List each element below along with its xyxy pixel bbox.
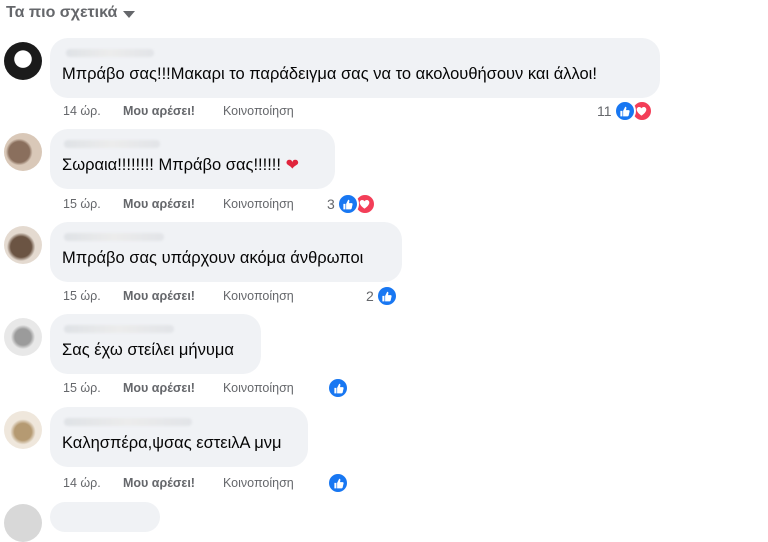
comment-text: Σας έχω στείλει μήνυμα xyxy=(62,341,234,359)
avatar[interactable] xyxy=(4,133,42,171)
reaction-summary[interactable]: 11 xyxy=(597,100,653,122)
share-button[interactable]: Κοινοποίηση xyxy=(223,104,333,118)
avatar[interactable] xyxy=(4,411,42,449)
like-reaction-icon xyxy=(336,193,359,215)
comment-text: Μπράβο σας!!!Μακαρι το παράδειγμα σας να… xyxy=(62,65,597,83)
comment-text: Καλησπέρα,ψσας εστειλΑ μνμ xyxy=(62,434,282,452)
like-button[interactable]: Μου αρέσει! xyxy=(123,476,223,490)
comment-timestamp[interactable]: 14 ώρ. xyxy=(63,476,123,490)
share-button[interactable]: Κοινοποίηση xyxy=(223,289,333,303)
reaction-summary[interactable]: 2 xyxy=(366,285,398,307)
avatar[interactable] xyxy=(4,226,42,264)
comment-timestamp[interactable]: 14 ώρ. xyxy=(63,104,123,118)
share-button[interactable]: Κοινοποίηση xyxy=(223,476,333,490)
comment-actions: 14 ώρ. Μου αρέσει! Κοινοποίηση xyxy=(63,476,333,490)
like-reaction-icon xyxy=(327,472,349,494)
avatar[interactable] xyxy=(4,504,42,542)
like-button[interactable]: Μου αρέσει! xyxy=(123,289,223,303)
reaction-count: 2 xyxy=(366,288,374,304)
sort-label: Τα πιο σχετικά xyxy=(6,4,118,21)
like-reaction-icon xyxy=(375,285,398,307)
comment-bubble: Μπράβο σας!!!Μακαρι το παράδειγμα σας να… xyxy=(50,38,660,98)
like-button[interactable]: Μου αρέσει! xyxy=(123,381,223,395)
heart-emoji-icon: ❤ xyxy=(285,157,299,174)
comment-timestamp[interactable]: 15 ώρ. xyxy=(63,197,123,211)
like-reaction-icon xyxy=(327,377,349,399)
author-name-redacted[interactable] xyxy=(62,322,249,336)
reaction-summary[interactable] xyxy=(325,472,349,494)
comment-actions: 14 ώρ. Μου αρέσει! Κοινοποίηση xyxy=(63,104,333,118)
comment-text-row: Σωραια!!!!!!!! Μπράβο σας!!!!!! ❤ xyxy=(62,155,323,176)
comment-bubble xyxy=(50,502,160,532)
comment-timestamp[interactable]: 15 ώρ. xyxy=(63,289,123,303)
like-button[interactable]: Μου αρέσει! xyxy=(123,197,223,211)
comment-text: Μπράβο σας υπάρχουν ακόμα άνθρωποι xyxy=(62,249,364,267)
avatar[interactable] xyxy=(4,318,42,356)
comment-bubble: Μπράβο σας υπάρχουν ακόμα άνθρωποι xyxy=(50,222,402,282)
reaction-count: 3 xyxy=(327,196,335,212)
comment-timestamp[interactable]: 15 ώρ. xyxy=(63,381,123,395)
like-button[interactable]: Μου αρέσει! xyxy=(123,104,223,118)
share-button[interactable]: Κοινοποίηση xyxy=(223,381,333,395)
reaction-summary[interactable] xyxy=(325,377,349,399)
comment-bubble: Σωραια!!!!!!!! Μπράβο σας!!!!!! ❤ xyxy=(50,129,335,189)
author-name-redacted[interactable] xyxy=(62,230,390,244)
like-reaction-icon xyxy=(613,100,636,122)
share-button[interactable]: Κοινοποίηση xyxy=(223,197,333,211)
author-name-redacted[interactable] xyxy=(62,137,323,151)
comment-actions: 15 ώρ. Μου αρέσει! Κοινοποίηση xyxy=(63,289,333,303)
comment-bubble: Καλησπέρα,ψσας εστειλΑ μνμ xyxy=(50,407,308,467)
caret-down-icon xyxy=(123,10,136,18)
avatar[interactable] xyxy=(4,42,42,80)
reaction-count: 11 xyxy=(597,103,612,119)
comment-bubble: Σας έχω στείλει μήνυμα xyxy=(50,314,261,374)
sort-dropdown[interactable]: Τα πιο σχετικά xyxy=(6,4,136,22)
author-name-redacted[interactable] xyxy=(62,415,296,429)
comment-actions: 15 ώρ. Μου αρέσει! Κοινοποίηση xyxy=(63,381,333,395)
comment-actions: 15 ώρ. Μου αρέσει! Κοινοποίηση xyxy=(63,197,333,211)
author-name-redacted[interactable] xyxy=(62,46,648,60)
reaction-summary[interactable]: 3 xyxy=(327,193,376,215)
comment-text: Σωραια!!!!!!!! Μπράβο σας!!!!!! xyxy=(62,156,281,174)
